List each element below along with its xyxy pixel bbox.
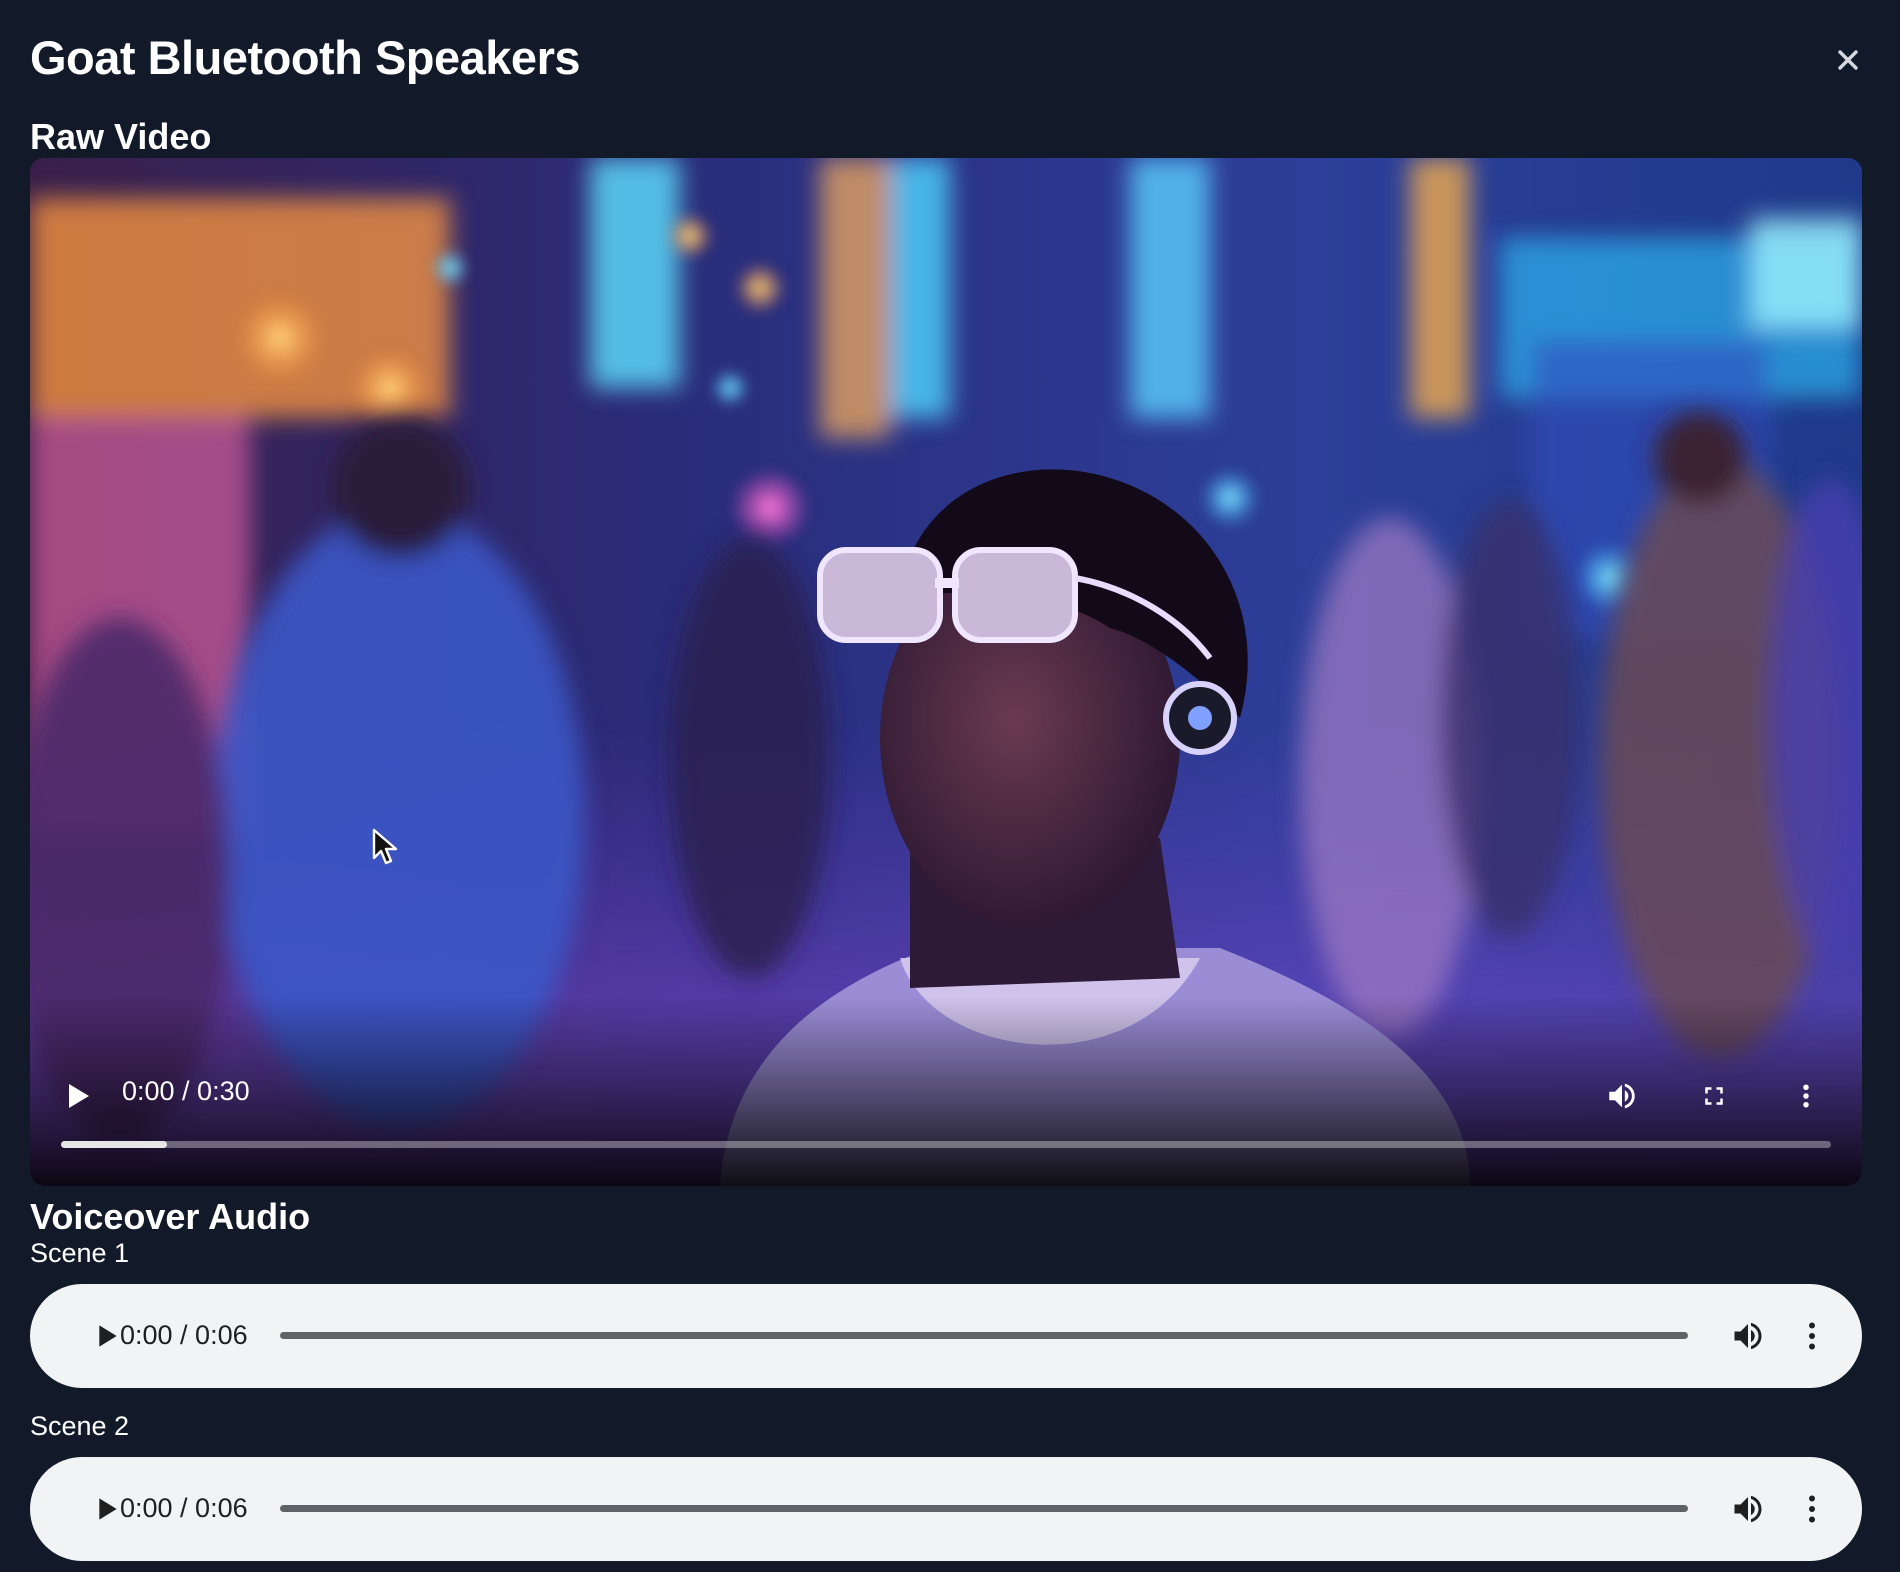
play-icon — [69, 1084, 89, 1108]
fullscreen-icon — [1705, 1087, 1723, 1105]
volume-icon[interactable] — [1730, 1318, 1766, 1354]
scene-1-time-display: 0:00 / 0:06 — [120, 1320, 248, 1350]
video-progress-fill — [61, 1141, 168, 1148]
fullscreen-button[interactable] — [1694, 1076, 1734, 1116]
scene-1-label: Scene 1 — [30, 1238, 130, 1268]
raw-video-heading: Raw Video — [30, 116, 212, 157]
volume-icon — [1609, 1083, 1635, 1109]
controls-gradient — [30, 996, 1862, 1186]
media-modal: Goat Bluetooth Speakers Raw Video 0:00 /… — [0, 0, 1900, 1572]
scene-2-label: Scene 2 — [30, 1411, 130, 1441]
play-icon[interactable] — [90, 1320, 122, 1352]
scene-1-seek-bar[interactable] — [280, 1332, 1688, 1339]
more-vert-icon[interactable] — [1794, 1318, 1830, 1354]
scene-2-seek-bar[interactable] — [280, 1505, 1688, 1512]
volume-icon[interactable] — [1730, 1491, 1766, 1527]
more-vert-icon — [1803, 1084, 1809, 1108]
play-icon[interactable] — [90, 1493, 122, 1525]
video-more-options-button[interactable] — [1786, 1076, 1826, 1116]
video-time-display: 0:00 / 0:30 — [122, 1076, 250, 1106]
mouse-pointer-icon — [372, 828, 398, 865]
close-icon — [1838, 50, 1858, 70]
video-player[interactable]: 0:00 / 0:30 — [30, 158, 1862, 1186]
scene-2-time-display: 0:00 / 0:06 — [120, 1493, 248, 1523]
voiceover-heading: Voiceover Audio — [30, 1196, 311, 1237]
play-button[interactable] — [60, 1078, 96, 1114]
volume-button[interactable] — [1602, 1076, 1642, 1116]
scene-2-audio-player[interactable]: 0:00 / 0:06 — [30, 1457, 1862, 1561]
close-button[interactable] — [1826, 38, 1870, 82]
video-progress-bar[interactable] — [61, 1141, 1831, 1148]
scene-1-audio-player[interactable]: 0:00 / 0:06 — [30, 1284, 1862, 1388]
more-vert-icon[interactable] — [1794, 1491, 1830, 1527]
modal-title: Goat Bluetooth Speakers — [30, 31, 581, 84]
